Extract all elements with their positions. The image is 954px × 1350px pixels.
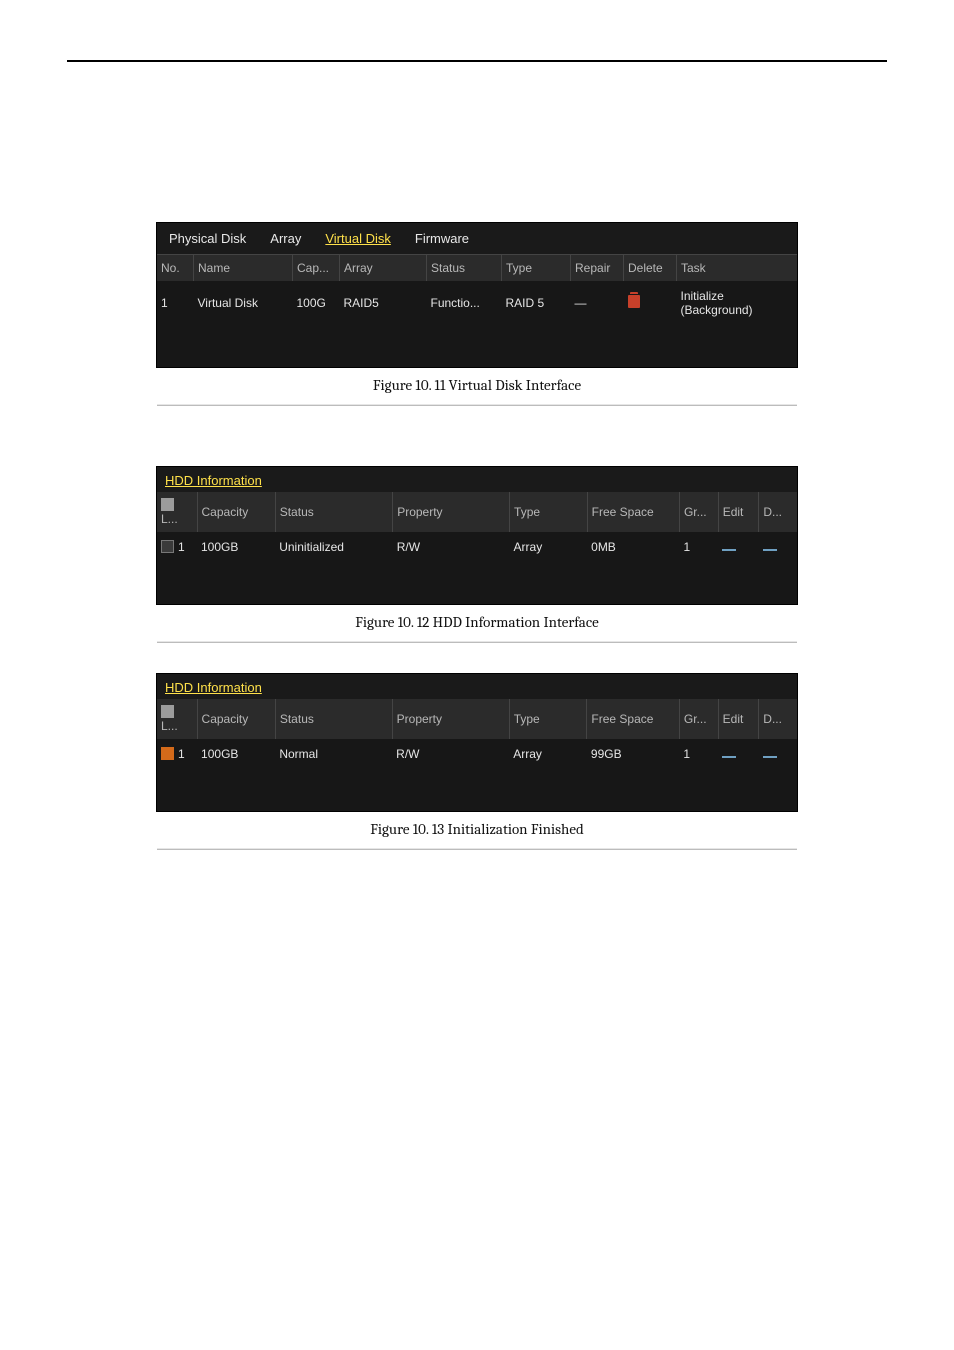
col-d: D... xyxy=(759,699,797,739)
cell-cap: 100G xyxy=(293,281,340,325)
edit-icon[interactable] xyxy=(722,756,736,758)
tab-virtual-disk[interactable]: Virtual Disk xyxy=(323,227,393,254)
cell-l-label: 1 xyxy=(178,747,185,761)
checkbox-icon[interactable] xyxy=(161,747,174,760)
cell-delete[interactable] xyxy=(624,281,677,325)
cell-capacity: 100GB xyxy=(197,739,275,769)
col-l[interactable]: L... xyxy=(157,492,197,532)
col-property: Property xyxy=(393,492,510,532)
hdd-title: HDD Information xyxy=(157,674,797,699)
edit-icon[interactable] xyxy=(722,549,736,551)
cell-free: 0MB xyxy=(587,532,679,562)
col-capacity: Capacity xyxy=(197,492,275,532)
col-free: Free Space xyxy=(587,699,679,739)
cell-d[interactable] xyxy=(759,739,797,769)
trash-icon[interactable] xyxy=(628,295,640,308)
top-divider xyxy=(67,60,887,62)
col-edit: Edit xyxy=(718,492,759,532)
table-row[interactable]: 1 100GB Normal R/W Array 99GB 1 xyxy=(157,739,797,769)
col-l[interactable]: L... xyxy=(157,699,197,739)
col-capacity: Capacity xyxy=(197,699,275,739)
hdd-info-panel-1: HDD Information L... Capacity Status Pro… xyxy=(156,466,798,605)
divider xyxy=(157,404,797,406)
col-repair: Repair xyxy=(571,255,624,281)
figure-caption: Figure 10. 13 Initialization Finished xyxy=(157,820,797,838)
col-free: Free Space xyxy=(587,492,679,532)
cell-property: R/W xyxy=(392,739,509,769)
cell-free: 99GB xyxy=(587,739,679,769)
figure-caption: Figure 10. 12 HDD Information Interface xyxy=(157,613,797,631)
tab-bar: Physical Disk Array Virtual Disk Firmwar… xyxy=(157,223,797,255)
col-task: Task xyxy=(677,255,798,281)
hdd-info-panel-2: HDD Information L... Capacity Status Pro… xyxy=(156,673,798,812)
col-status: Status xyxy=(275,492,392,532)
cell-l[interactable]: 1 xyxy=(157,532,197,562)
cell-task[interactable]: Initialize (Background) xyxy=(677,281,798,325)
col-status: Status xyxy=(275,699,392,739)
checkbox-header-icon[interactable] xyxy=(161,705,174,718)
delete-icon[interactable] xyxy=(763,756,777,758)
cell-status: Normal xyxy=(275,739,392,769)
checkbox-icon[interactable] xyxy=(161,540,174,553)
table-row[interactable]: 1 Virtual Disk 100G RAID5 Functio... RAI… xyxy=(157,281,797,325)
cell-repair: — xyxy=(571,281,624,325)
checkbox-header-icon[interactable] xyxy=(161,498,174,511)
tab-physical-disk[interactable]: Physical Disk xyxy=(167,227,248,254)
delete-icon[interactable] xyxy=(763,549,777,551)
cell-type: RAID 5 xyxy=(502,281,571,325)
col-edit: Edit xyxy=(718,699,759,739)
col-l-label: L... xyxy=(161,512,178,526)
cell-type: Array xyxy=(509,739,587,769)
divider xyxy=(157,848,797,850)
col-type: Type xyxy=(510,492,588,532)
col-cap: Cap... xyxy=(293,255,340,281)
cell-d[interactable] xyxy=(759,532,797,562)
cell-gr: 1 xyxy=(679,739,718,769)
col-property: Property xyxy=(392,699,509,739)
cell-l[interactable]: 1 xyxy=(157,739,197,769)
tab-firmware[interactable]: Firmware xyxy=(413,227,471,254)
cell-name: Virtual Disk xyxy=(194,281,293,325)
cell-capacity: 100GB xyxy=(197,532,275,562)
virtual-disk-panel: Physical Disk Array Virtual Disk Firmwar… xyxy=(156,222,798,368)
col-status: Status xyxy=(427,255,502,281)
cell-gr: 1 xyxy=(679,532,718,562)
cell-array: RAID5 xyxy=(340,281,427,325)
divider xyxy=(157,641,797,643)
col-type: Type xyxy=(502,255,571,281)
cell-edit[interactable] xyxy=(718,532,759,562)
table-row[interactable]: 1 100GB Uninitialized R/W Array 0MB 1 xyxy=(157,532,797,562)
cell-type: Array xyxy=(510,532,588,562)
tab-array[interactable]: Array xyxy=(268,227,303,254)
hdd-table-2: L... Capacity Status Property Type Free … xyxy=(157,699,797,769)
cell-l-label: 1 xyxy=(178,540,185,554)
col-gr: Gr... xyxy=(679,699,718,739)
col-delete: Delete xyxy=(624,255,677,281)
cell-property: R/W xyxy=(393,532,510,562)
cell-status: Functio... xyxy=(427,281,502,325)
cell-no: 1 xyxy=(157,281,194,325)
col-type: Type xyxy=(509,699,587,739)
col-d: D... xyxy=(759,492,797,532)
hdd-title: HDD Information xyxy=(157,467,797,492)
col-no: No. xyxy=(157,255,194,281)
col-name: Name xyxy=(194,255,293,281)
cell-status: Uninitialized xyxy=(275,532,392,562)
col-array: Array xyxy=(340,255,427,281)
col-gr: Gr... xyxy=(679,492,718,532)
figure-caption: Figure 10. 11 Virtual Disk Interface xyxy=(157,376,797,394)
col-l-label: L... xyxy=(161,719,178,733)
virtual-disk-table: No. Name Cap... Array Status Type Repair… xyxy=(157,255,797,325)
hdd-table-1: L... Capacity Status Property Type Free … xyxy=(157,492,797,562)
cell-edit[interactable] xyxy=(718,739,759,769)
